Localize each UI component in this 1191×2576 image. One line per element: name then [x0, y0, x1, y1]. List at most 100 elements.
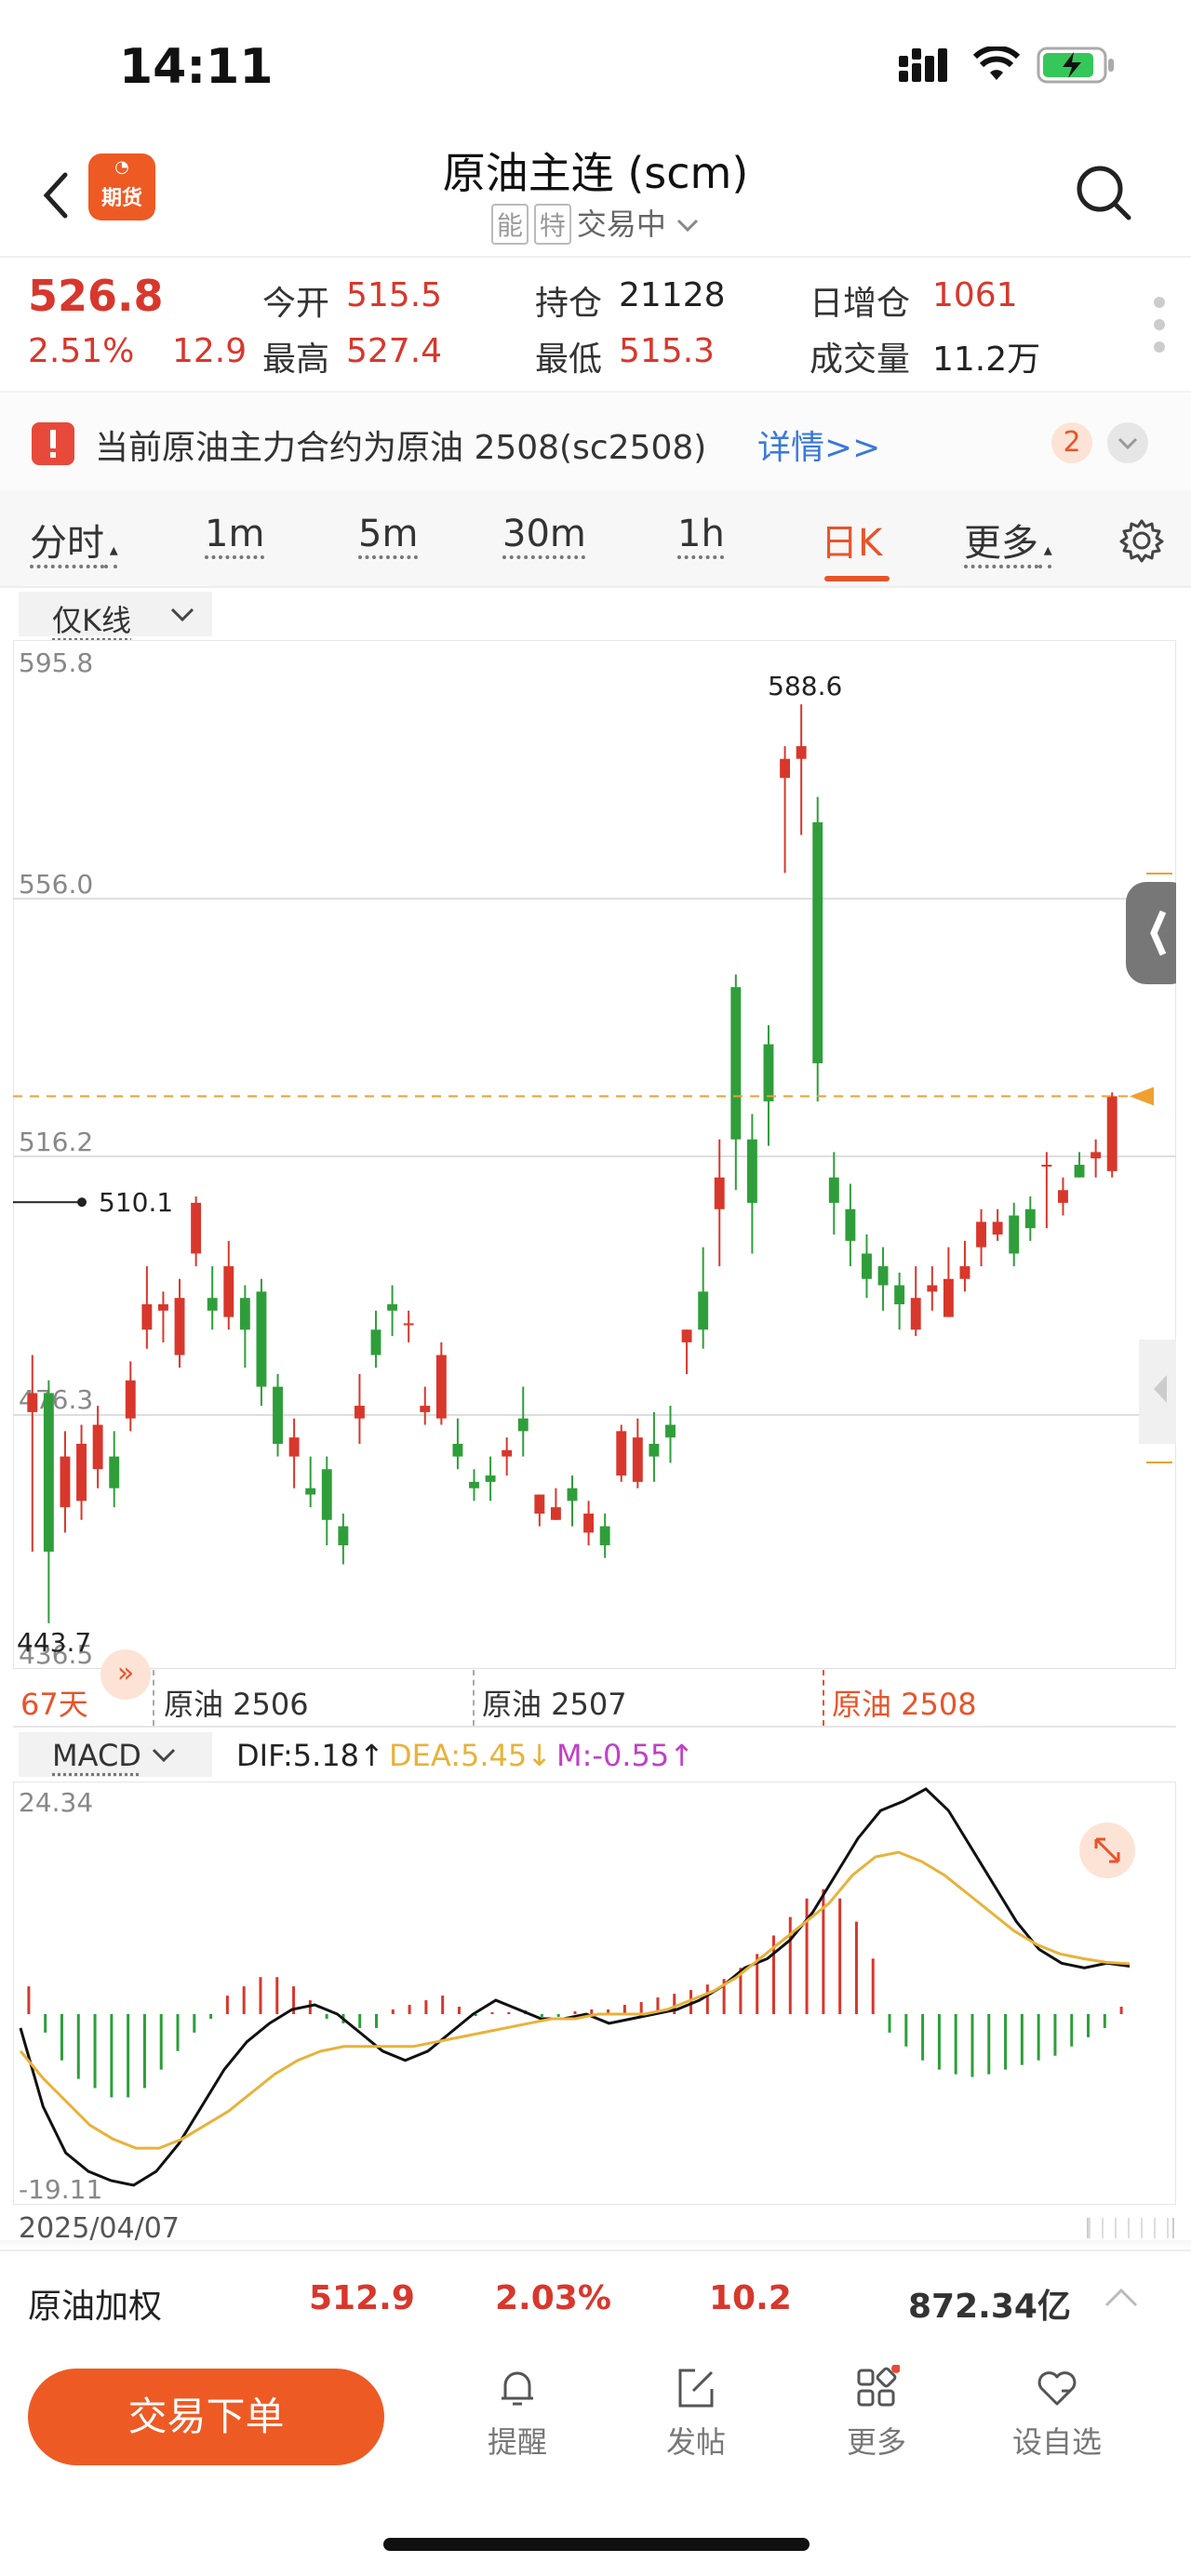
tab-30m[interactable]: 30m — [502, 513, 586, 555]
candle-body — [420, 1406, 431, 1412]
index-change: 10.2 — [709, 2279, 792, 2317]
chevron-up-icon[interactable] — [1104, 2285, 1139, 2309]
candle-body — [239, 1298, 250, 1330]
contract-label-2507: 原油 2507 — [482, 1687, 627, 1722]
change-pct: 2.51% — [28, 332, 135, 370]
notice-detail-link[interactable]: 详情>> — [757, 420, 880, 469]
candle-body — [43, 1393, 54, 1552]
trade-order-button[interactable]: 交易下单 — [28, 2369, 384, 2465]
candle-body — [714, 1177, 725, 1209]
nav-bar: ◔ 期货 原油主连 (scm) 能特交易中 — [0, 130, 1191, 256]
candle-body — [681, 1329, 692, 1342]
tab-timeshare-label: 分时 — [30, 522, 104, 565]
kline-frame — [13, 640, 1176, 1669]
weighted-index-bar[interactable]: 原油加权 512.9 2.03% 10.2 872.34亿 — [0, 2249, 1191, 2350]
signal-icon — [899, 48, 947, 82]
settings-icon[interactable] — [1119, 518, 1164, 563]
macd-chart[interactable]: 24.34 -19.11 — [13, 1782, 1176, 2205]
add-watchlist-button[interactable]: 设自选 — [1001, 2365, 1113, 2462]
candle-body — [288, 1437, 300, 1457]
candle-body — [338, 1526, 349, 1546]
oi-change-label: 日增仓 — [810, 285, 911, 323]
candle-body — [321, 1469, 332, 1520]
candle-body — [452, 1443, 463, 1457]
candle-body — [157, 1304, 168, 1311]
more-label: 更多 — [846, 2424, 906, 2460]
candle-body — [517, 1418, 529, 1432]
more-button[interactable]: 更多 — [821, 2365, 932, 2462]
candle-body — [1024, 1208, 1036, 1229]
tab-5m[interactable]: 5m — [358, 513, 418, 555]
candle-body — [599, 1526, 610, 1546]
oi-value: 21128 — [619, 276, 726, 314]
candle-body — [223, 1266, 234, 1317]
candle-body — [1106, 1096, 1117, 1171]
kline-selector[interactable]: 仅K线 — [19, 592, 212, 638]
kline-selector-label: 仅K线 — [52, 603, 131, 638]
candle-body — [469, 1481, 479, 1488]
more-vertical-icon[interactable] — [1152, 295, 1167, 354]
tab-daily-k[interactable]: 日K — [821, 513, 882, 567]
scrollbar[interactable] — [1087, 2218, 1174, 2238]
expand-arrows-icon[interactable]: » — [100, 1649, 151, 1700]
status-bar: 14:11 — [0, 0, 1191, 130]
quote-panel: 526.8 2.51% 12.9 今开 515.5 最高 527.4 持仓 21… — [0, 256, 1191, 393]
tab-more[interactable]: 更多 ▴ — [964, 513, 1052, 567]
index-price: 512.9 — [309, 2279, 415, 2317]
candle-body — [109, 1456, 120, 1488]
edit-icon — [678, 2369, 714, 2408]
contract-label-2506: 原油 2506 — [164, 1687, 309, 1722]
contract-notice[interactable]: 当前原油主力合约为原油 2508(sc2508) 详情>> 2 — [0, 391, 1191, 492]
candle-body — [174, 1298, 185, 1355]
reminder-label: 提醒 — [487, 2424, 547, 2460]
candle-body — [502, 1449, 513, 1457]
chevron-down-icon — [170, 607, 194, 622]
post-button[interactable]: 发帖 — [640, 2365, 752, 2462]
watchlist-label: 设自选 — [1011, 2424, 1102, 2460]
high-label: 最高 — [262, 340, 330, 379]
candle-body — [354, 1406, 365, 1419]
high-price-label: 588.6 — [768, 671, 842, 701]
candle-body — [273, 1386, 283, 1444]
contract-strip: 67天 » 原油 2506 原油 2507 原油 2508 — [13, 1649, 1176, 1728]
candle-body — [698, 1291, 709, 1330]
high-value: 527.4 — [346, 332, 443, 370]
candle-body — [92, 1424, 103, 1470]
active-tab-indicator — [824, 576, 890, 581]
candle-body — [730, 987, 742, 1140]
candle-body — [780, 758, 791, 779]
page-title: 原油主连 (scm) — [442, 148, 749, 198]
bell-icon — [502, 2371, 533, 2406]
reminder-button[interactable]: 提醒 — [462, 2365, 573, 2462]
home-indicator — [383, 2538, 810, 2551]
macd-frame — [13, 1782, 1176, 2205]
oi-label: 持仓 — [535, 285, 603, 323]
candle-body — [910, 1298, 921, 1330]
notice-count-badge: 2 — [1051, 422, 1092, 463]
chevron-down-icon[interactable] — [1107, 422, 1148, 463]
open-value: 515.5 — [346, 276, 443, 314]
contract-label-2508: 原油 2508 — [832, 1687, 977, 1722]
tab-1m[interactable]: 1m — [205, 513, 264, 555]
search-icon[interactable] — [1075, 164, 1132, 221]
candle-body — [616, 1431, 627, 1476]
candle-body — [927, 1285, 938, 1292]
tab-timeshare[interactable]: 分时 ▴ — [30, 513, 118, 567]
candle-body — [665, 1424, 676, 1438]
axis-label: 516.2 — [19, 1127, 93, 1157]
candle-body — [845, 1208, 856, 1241]
candle-body — [1058, 1190, 1068, 1203]
alert-icon — [32, 422, 74, 465]
macd-selector[interactable]: MACD — [19, 1732, 212, 1777]
wifi-icon — [973, 47, 1020, 80]
trade-status[interactable]: 能特交易中 — [0, 201, 1191, 245]
candle-body — [877, 1266, 889, 1286]
candle-body — [828, 1177, 839, 1203]
index-amount: 872.34亿 — [908, 2288, 1071, 2326]
period-tabs: 分时 ▴ 1m 5m 30m 1h 日K 更多 ▴ — [0, 490, 1191, 588]
tab-1h[interactable]: 1h — [677, 513, 725, 555]
tag-special: 特 — [533, 204, 571, 245]
axis-label: 556.0 — [19, 869, 93, 900]
kline-chart[interactable]: 595.8 556.0 516.2 476.3 436.5 510.1 588.… — [13, 640, 1176, 1669]
candle-body — [812, 821, 823, 1063]
